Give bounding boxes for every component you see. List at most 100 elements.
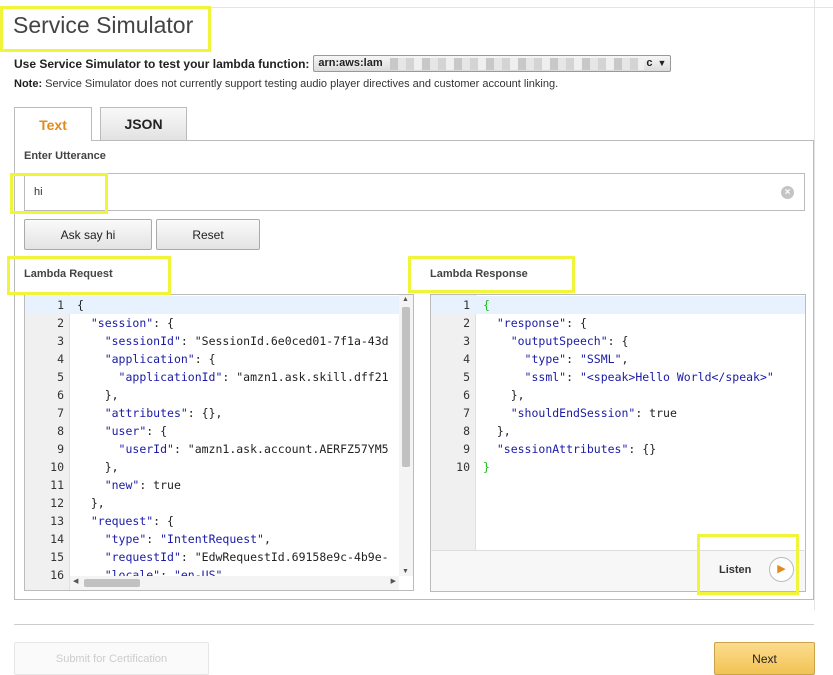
code-line: 5 "applicationId": "amzn1.ask.skill.dff2… (25, 368, 413, 386)
code-line: 13 "request": { (25, 512, 413, 530)
enter-utterance-label: Enter Utterance (24, 150, 106, 162)
line-number: 11 (50, 478, 64, 492)
scroll-thumb-horizontal[interactable] (84, 579, 140, 587)
arn-prefix: arn:aws:lam (318, 57, 383, 69)
line-number: 5 (57, 370, 64, 384)
horizontal-scrollbar[interactable]: ◀ ▶ (70, 576, 399, 590)
code-line: 7 "shouldEndSession": true (431, 404, 805, 422)
vertical-scrollbar[interactable]: ▲ ▼ (399, 295, 413, 576)
line-number: 1 (57, 298, 64, 312)
code-text: "session": { (90, 316, 174, 330)
request-code-lines: 1{2 "session": {3 "sessionId": "SessionI… (25, 296, 413, 584)
code-text: { (483, 298, 490, 312)
scroll-up-icon[interactable]: ▲ (402, 296, 409, 303)
code-line: 9 "userId": "amzn1.ask.account.AERFZ57YM… (25, 440, 413, 458)
line-number: 2 (463, 316, 470, 330)
lambda-request-title: Lambda Request (24, 268, 113, 280)
code-text: "type": "IntentRequest", (104, 532, 271, 546)
line-number: 3 (463, 334, 470, 348)
code-text: "ssml": "<speak>Hello World</speak>" (524, 370, 774, 384)
scroll-thumb[interactable] (402, 307, 410, 467)
line-number: 14 (50, 532, 64, 546)
code-line: 6 }, (431, 386, 805, 404)
code-line: 8 }, (431, 422, 805, 440)
clear-icon[interactable]: × (781, 186, 794, 199)
code-text: "userId": "amzn1.ask.account.AERFZ57YM5 (118, 442, 389, 456)
line-number: 5 (463, 370, 470, 384)
line-number: 9 (463, 442, 470, 456)
line-number: 4 (57, 352, 64, 366)
code-line: 12 }, (25, 494, 413, 512)
code-line: 15 "requestId": "EdwRequestId.69158e9c-4… (25, 548, 413, 566)
code-text: "shouldEndSession": true (510, 406, 677, 420)
lambda-response-editor[interactable]: 1{2 "response": {3 "outputSpeech": {4 "t… (430, 294, 806, 551)
code-line: 7 "attributes": {}, (25, 404, 413, 422)
utterance-input[interactable]: hi × (24, 173, 805, 211)
tab-text[interactable]: Text (14, 107, 92, 141)
code-text: "outputSpeech": { (510, 334, 629, 348)
code-text: "request": { (90, 514, 174, 528)
line-number: 9 (57, 442, 64, 456)
code-line: 4 "application": { (25, 350, 413, 368)
code-text: "requestId": "EdwRequestId.69158e9c-4b9e… (104, 550, 389, 564)
code-line: 11 "new": true (25, 476, 413, 494)
page-title: Service Simulator (13, 12, 194, 38)
ask-button[interactable]: Ask say hi (24, 219, 152, 250)
code-text: }, (483, 424, 511, 438)
code-text: "sessionAttributes": {} (496, 442, 657, 456)
code-line: 1{ (25, 296, 413, 314)
chevron-down-icon: ▼ (657, 58, 667, 68)
submit-for-certification-button[interactable]: Submit for Certification (14, 642, 209, 675)
line-number: 8 (57, 424, 64, 438)
code-text: "application": { (104, 352, 216, 366)
note: Note: Service Simulator does not current… (14, 78, 558, 90)
response-code-lines: 1{2 "response": {3 "outputSpeech": {4 "t… (431, 296, 805, 476)
utterance-value: hi (34, 186, 43, 198)
scroll-left-icon[interactable]: ◀ (73, 577, 78, 585)
line-number: 10 (456, 460, 470, 474)
code-text: "applicationId": "amzn1.ask.skill.dff21 (118, 370, 389, 384)
line-number: 1 (463, 298, 470, 312)
code-text: { (77, 298, 84, 312)
code-line: 5 "ssml": "<speak>Hello World</speak>" (431, 368, 805, 386)
code-text: "user": { (104, 424, 168, 438)
code-text: } (483, 460, 490, 474)
line-number: 16 (50, 568, 64, 582)
line-number: 3 (57, 334, 64, 348)
lambda-function-label: Use Service Simulator to test your lambd… (14, 56, 310, 71)
lambda-function-row: Use Service Simulator to test your lambd… (14, 55, 672, 72)
footer-divider (14, 624, 814, 625)
lambda-arn-select[interactable]: arn:aws:lam c ▼ (313, 55, 672, 72)
reset-button[interactable]: Reset (156, 219, 260, 250)
scroll-right-icon[interactable]: ▶ (391, 577, 396, 585)
code-text: }, (77, 496, 105, 510)
listen-label[interactable]: Listen (719, 564, 751, 576)
next-button[interactable]: Next (714, 642, 815, 675)
code-line: 9 "sessionAttributes": {} (431, 440, 805, 458)
code-line: 3 "outputSpeech": { (431, 332, 805, 350)
play-icon[interactable]: ▶ (769, 557, 794, 582)
code-line: 1{ (431, 296, 805, 314)
line-number: 4 (463, 352, 470, 366)
line-number: 12 (50, 496, 64, 510)
line-number: 7 (463, 406, 470, 420)
line-number: 7 (57, 406, 64, 420)
code-line: 6 }, (25, 386, 413, 404)
code-line: 3 "sessionId": "SessionId.6e0ced01-7f1a-… (25, 332, 413, 350)
note-text: Service Simulator does not currently sup… (45, 78, 559, 90)
lambda-request-editor[interactable]: 1{2 "session": {3 "sessionId": "SessionI… (24, 294, 414, 591)
code-line: 4 "type": "SSML", (431, 350, 805, 368)
code-text: "type": "SSML", (524, 352, 629, 366)
code-line: 14 "type": "IntentRequest", (25, 530, 413, 548)
tab-json[interactable]: JSON (100, 107, 187, 140)
code-text: "sessionId": "SessionId.6e0ced01-7f1a-43… (104, 334, 389, 348)
line-number: 10 (50, 460, 64, 474)
arn-redacted-region (390, 58, 645, 70)
code-text: "attributes": {}, (104, 406, 223, 420)
note-label: Note: (14, 78, 43, 90)
line-number: 8 (463, 424, 470, 438)
code-text: }, (483, 388, 525, 402)
scroll-down-icon[interactable]: ▼ (402, 568, 409, 575)
code-text: "new": true (104, 478, 181, 492)
code-line: 2 "session": { (25, 314, 413, 332)
